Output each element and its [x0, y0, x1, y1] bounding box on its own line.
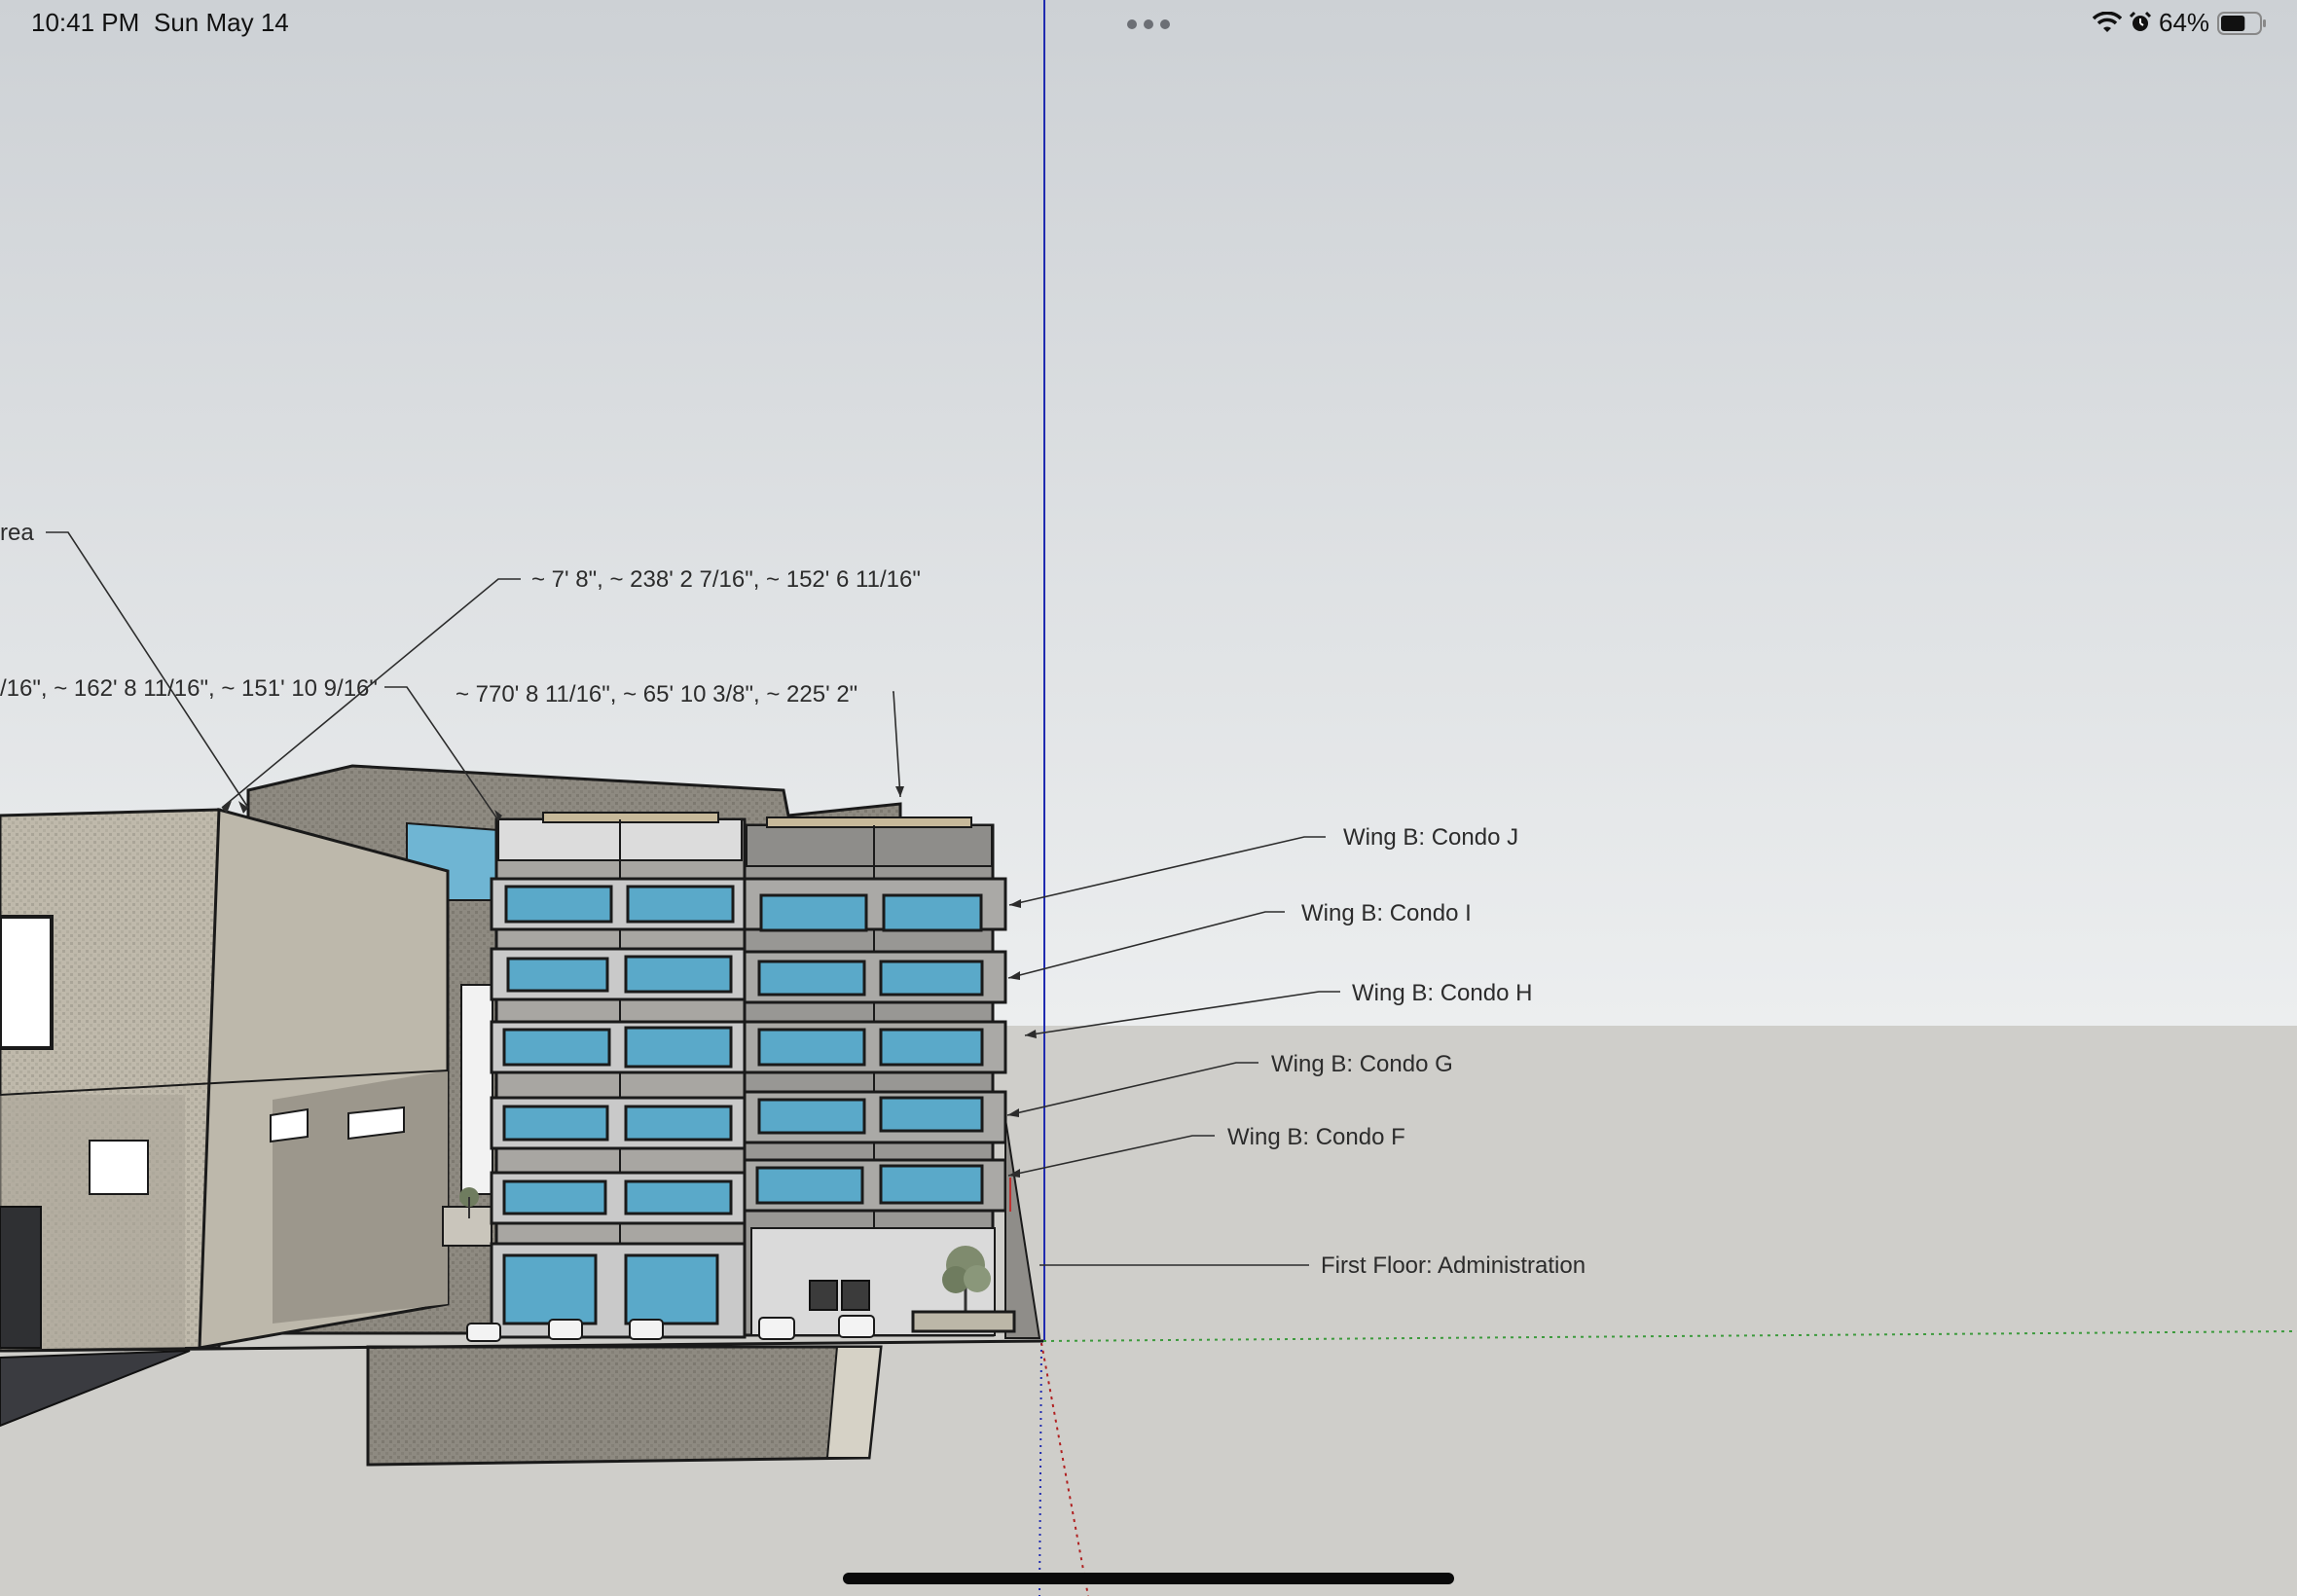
connector-panel — [460, 984, 493, 1195]
condo-tower — [490, 812, 1007, 1339]
status-date: Sun May 14 — [154, 8, 289, 37]
status-time: 10:41 PM — [31, 8, 140, 37]
annotation-coords-2: /16", ~ 162' 8 11/16", ~ 151' 10 9/16" — [0, 675, 378, 702]
alarm-icon — [2129, 11, 2152, 31]
wifi-icon — [2093, 12, 2122, 32]
tree-planter — [911, 1310, 1016, 1333]
annotation-coords-3: ~ 770' 8 11/16", ~ 65' 10 3/8", ~ 225' 2… — [456, 681, 858, 707]
status-bar: 10:41 PM Sun May 14 64% — [0, 0, 2297, 49]
battery-percent: 64% — [2159, 8, 2210, 37]
annotation-condo-j[interactable]: Wing B: Condo J — [1343, 824, 1518, 852]
basement-block — [366, 1345, 883, 1467]
3d-model-viewport[interactable] — [0, 0, 2297, 1596]
plaza-wall — [442, 1206, 492, 1247]
left-building-doorway — [0, 1206, 42, 1349]
left-building-window — [0, 915, 54, 1050]
annotation-first-floor[interactable]: First Floor: Administration — [1321, 1252, 1586, 1280]
left-building-side-shadow — [273, 1070, 448, 1324]
annotation-condo-i[interactable]: Wing B: Condo I — [1301, 900, 1472, 927]
annotation-condo-g[interactable]: Wing B: Condo G — [1271, 1051, 1453, 1078]
home-indicator[interactable] — [843, 1573, 1454, 1584]
side-window-1 — [270, 1107, 309, 1143]
left-building-window-small — [89, 1140, 149, 1195]
annotation-area-partial: rea — [0, 520, 34, 546]
ellipsis-icon[interactable] — [1125, 18, 1172, 31]
battery-icon — [2217, 12, 2266, 35]
annotation-coords-1: ~ 7' 8", ~ 238' 2 7/16", ~ 152' 6 11/16" — [531, 566, 921, 593]
annotation-condo-f[interactable]: Wing B: Condo F — [1227, 1124, 1405, 1151]
annotation-condo-h[interactable]: Wing B: Condo H — [1352, 980, 1532, 1007]
